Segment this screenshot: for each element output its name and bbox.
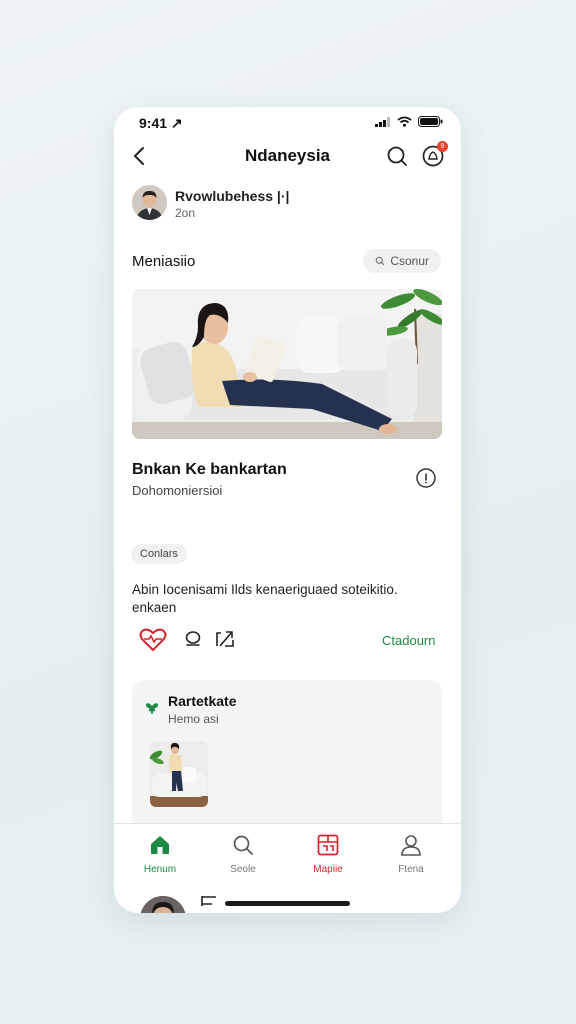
heart-icon xyxy=(139,628,167,652)
author-name: Rvowlubehess |·| xyxy=(175,188,290,204)
hero-illustration xyxy=(132,289,442,439)
related-card[interactable]: Rartetkate Hemo asi xyxy=(132,680,442,830)
tab-search-label: Seole xyxy=(230,864,256,875)
comment-icon xyxy=(185,631,201,646)
search-icon xyxy=(387,146,407,166)
related-subtitle: Hemo asi xyxy=(168,712,219,726)
search-icon xyxy=(233,835,253,855)
back-arrow-icon[interactable] xyxy=(200,895,218,907)
phone-screen: 9:41 ↗ Ndaneysia 9 Rvowlubehess |·| 2on … xyxy=(114,107,461,913)
status-bar: 9:41 ↗ xyxy=(114,107,461,137)
comment-button[interactable] xyxy=(184,630,202,653)
tag-chip[interactable]: Conlars xyxy=(131,544,187,564)
search-small-icon xyxy=(376,256,385,266)
avatar[interactable] xyxy=(132,185,167,220)
notifications-button[interactable]: 9 xyxy=(421,141,448,168)
post-description: Abin Iocenisami Ilds kenaeriguaed soteik… xyxy=(132,582,398,615)
tab-search[interactable]: Seole xyxy=(208,834,278,875)
like-button[interactable] xyxy=(139,627,167,658)
app-header: Ndaneysia 9 xyxy=(114,137,461,177)
tab-market[interactable]: Mapiie xyxy=(293,834,363,875)
section-title: Meniasiio xyxy=(132,253,196,270)
home-icon xyxy=(151,836,169,854)
leaf-icon xyxy=(145,703,159,714)
related-title: Rartetkate xyxy=(168,693,237,709)
section-action-label: Csonur xyxy=(390,254,429,268)
peek-avatar[interactable] xyxy=(140,896,186,913)
share-button[interactable] xyxy=(215,630,235,653)
info-icon xyxy=(416,468,436,488)
share-icon xyxy=(216,631,234,647)
author-row[interactable]: Rvowlubehess |·| 2on xyxy=(132,185,432,221)
battery-icon xyxy=(418,116,443,127)
tab-market-label: Mapiie xyxy=(313,864,343,875)
search-button[interactable] xyxy=(385,144,409,168)
hero-image[interactable] xyxy=(132,289,442,439)
market-icon xyxy=(317,834,339,856)
profile-icon xyxy=(401,835,421,856)
post-actions: Ctadourn xyxy=(139,627,439,655)
signal-icon xyxy=(375,116,390,127)
tab-home-label: Henum xyxy=(143,864,177,875)
avatar-portrait xyxy=(132,185,167,220)
status-time: 9:41 ↗ xyxy=(139,115,183,131)
related-thumbnail-illustration xyxy=(150,741,208,807)
action-link[interactable]: Ctadourn xyxy=(382,633,435,648)
tab-profile[interactable]: Ftena xyxy=(376,834,446,875)
peek-avatar-illustration xyxy=(140,896,186,913)
card-subtitle: Dohomoniersioi xyxy=(132,483,223,498)
tab-home[interactable]: Henum xyxy=(125,834,195,875)
section-action-button[interactable]: Csonur xyxy=(363,249,441,273)
related-thumbnail[interactable] xyxy=(150,741,208,807)
tab-profile-label: Ftena xyxy=(398,864,424,875)
card-title: Bnkan Ke bankartan xyxy=(132,461,287,478)
post-time: 2on xyxy=(175,206,196,220)
home-indicator[interactable] xyxy=(225,901,350,906)
status-icons xyxy=(375,116,443,127)
notification-badge: 9 xyxy=(437,141,448,152)
info-button[interactable] xyxy=(415,467,437,489)
tab-bar: Henum Seole Mapiie Ftena xyxy=(114,823,461,884)
wifi-icon xyxy=(397,116,412,127)
